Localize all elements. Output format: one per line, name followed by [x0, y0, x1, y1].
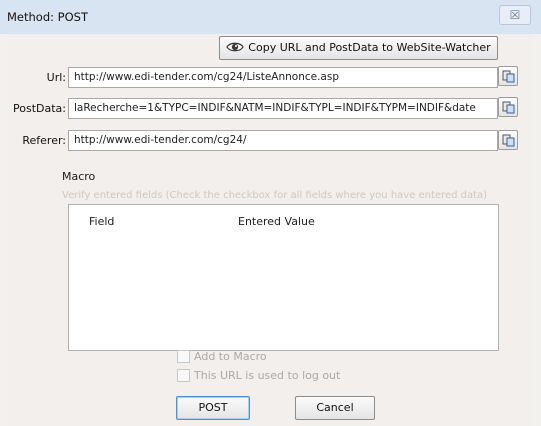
add-to-macro-row: Add to Macro — [177, 349, 267, 364]
copy-to-websitewatcher-button[interactable]: Copy URL and PostData to WebSite-Watcher — [219, 36, 498, 60]
logout-url-label: This URL is used to log out — [194, 369, 341, 382]
postdata-label: PostData: — [13, 102, 66, 115]
referer-field[interactable]: http://www.edi-tender.com/cg24/ — [68, 130, 498, 151]
url-label: Url: — [46, 71, 66, 84]
logout-url-row: This URL is used to log out — [177, 368, 341, 383]
paste-referer-button[interactable] — [498, 130, 518, 150]
window-title: Method: POST — [7, 10, 88, 24]
paste-icon — [502, 70, 515, 83]
paste-icon — [502, 134, 515, 147]
close-button[interactable]: ☒ — [499, 5, 531, 25]
post-button[interactable]: POST — [176, 396, 250, 420]
add-to-macro-checkbox[interactable] — [177, 349, 190, 363]
cancel-button[interactable]: Cancel — [295, 396, 375, 420]
macro-hint: Verify entered fields (Check the checkbo… — [62, 190, 488, 201]
logout-url-checkbox[interactable] — [177, 368, 190, 382]
url-field[interactable]: http://www.edi-tender.com/cg24/ListeAnno… — [68, 67, 498, 88]
referer-label: Referer: — [22, 134, 66, 147]
add-to-macro-label: Add to Macro — [194, 350, 267, 363]
postdata-field[interactable]: laRecherche=1&TYPC=INDIF&NATM=INDIF&TYPL… — [68, 98, 498, 119]
macro-heading: Macro — [62, 170, 96, 183]
paste-url-button[interactable] — [498, 66, 518, 86]
dialog-body: Copy URL and PostData to WebSite-Watcher… — [9, 34, 532, 426]
close-icon: ☒ — [509, 8, 521, 22]
copy-button-label: Copy URL and PostData to WebSite-Watcher — [248, 41, 491, 54]
eye-icon — [226, 42, 244, 52]
column-header-entered-value[interactable]: Entered Value — [238, 215, 315, 228]
paste-icon — [502, 101, 515, 114]
column-header-field[interactable]: Field — [89, 215, 114, 228]
paste-postdata-button[interactable] — [498, 97, 518, 117]
title-bar: Method: POST ☒ — [0, 0, 541, 34]
macro-fields-table[interactable]: Field Entered Value — [68, 204, 499, 351]
